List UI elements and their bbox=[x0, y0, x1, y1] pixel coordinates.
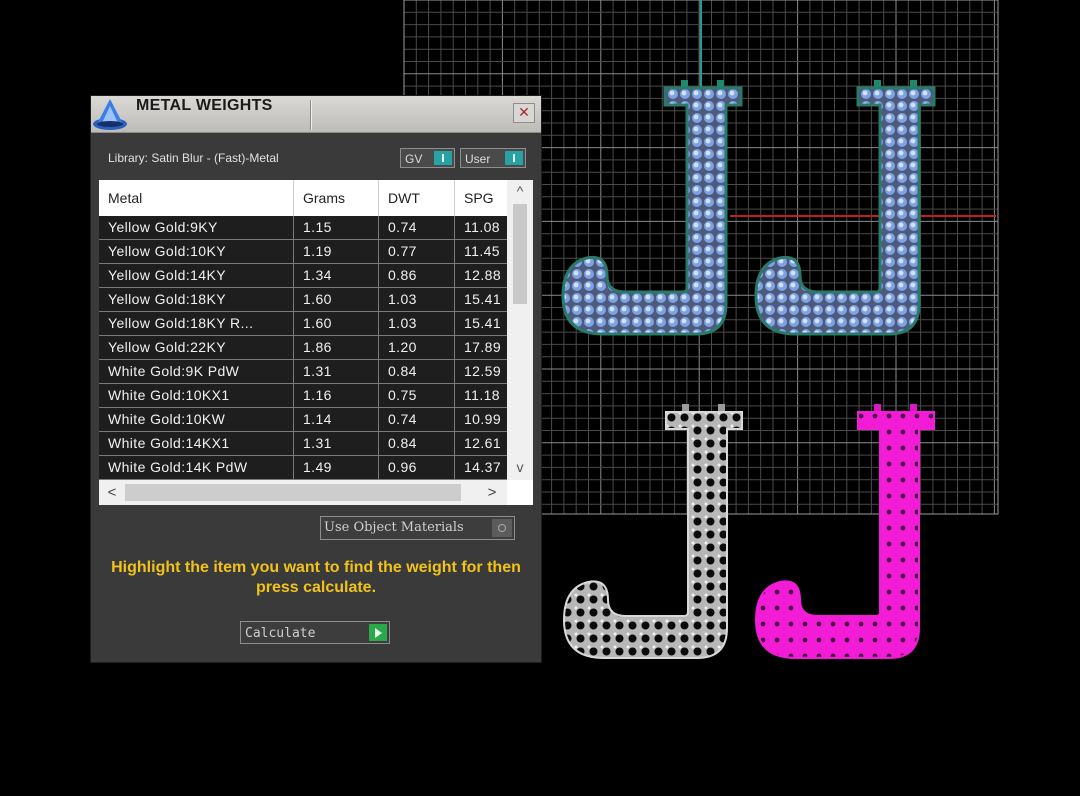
cell-spg: 11.18 bbox=[464, 387, 500, 403]
wizard-hat-icon bbox=[91, 96, 129, 132]
cell-spg: 17.89 bbox=[464, 339, 502, 355]
cell-dwt: 0.86 bbox=[379, 264, 455, 287]
table-row[interactable]: White Gold:10KW 1.14 0.74 10.99 bbox=[99, 408, 507, 432]
cell-spg: 14.37 bbox=[464, 459, 502, 475]
column-header-spg[interactable]: SPG bbox=[455, 180, 507, 216]
horizontal-scrollbar[interactable]: < > bbox=[99, 480, 507, 505]
column-header-metal[interactable]: Metal bbox=[99, 180, 294, 216]
table-row[interactable]: Yellow Gold:22KY 1.86 1.20 17.89 bbox=[99, 336, 507, 360]
cell-grams: 1.60 bbox=[294, 288, 379, 311]
cell-grams: 1.14 bbox=[294, 408, 379, 431]
table-row[interactable]: White Gold:14K PdW 1.49 0.96 14.37 bbox=[99, 456, 507, 480]
cell-grams: 1.16 bbox=[294, 384, 379, 407]
cell-spg: 12.88 bbox=[464, 267, 502, 283]
cell-grams: 1.86 bbox=[294, 336, 379, 359]
use-object-materials-label: Use Object Materials bbox=[324, 520, 464, 535]
pendant-j-pink[interactable] bbox=[755, 404, 935, 659]
metal-weights-panel: METAL WEIGHTS ✕ Library: Satin Blur - (F… bbox=[91, 96, 541, 662]
pendant-j-blue-right[interactable] bbox=[754, 80, 936, 336]
scroll-right-arrow-icon[interactable]: > bbox=[481, 480, 503, 505]
cell-spg: 12.59 bbox=[464, 363, 502, 379]
metal-table: Metal Grams DWT SPG Yellow Gold:9KY 1.15 0… bbox=[99, 180, 533, 505]
title-divider bbox=[310, 100, 311, 130]
cell-grams: 1.31 bbox=[294, 360, 379, 383]
vertical-scrollbar[interactable]: ^ v bbox=[507, 180, 533, 480]
panel-titlebar[interactable]: METAL WEIGHTS ✕ bbox=[91, 96, 541, 133]
cell-metal: Yellow Gold:10KY bbox=[99, 240, 294, 263]
cell-metal: Yellow Gold:18KY R... bbox=[99, 312, 294, 335]
cell-metal: Yellow Gold:14KY bbox=[99, 264, 294, 287]
cell-dwt: 0.84 bbox=[379, 360, 455, 383]
table-row[interactable]: Yellow Gold:18KY R... 1.60 1.03 15.41 bbox=[99, 312, 507, 336]
vertical-scroll-thumb[interactable] bbox=[513, 204, 527, 304]
scroll-down-arrow-icon[interactable]: v bbox=[507, 456, 533, 478]
user-toggle-label: User bbox=[465, 152, 491, 166]
pendant-j-silver[interactable] bbox=[563, 404, 743, 659]
toggle-switch-icon bbox=[434, 151, 452, 165]
library-label: Library: Satin Blur - (Fast)-Metal bbox=[108, 151, 279, 165]
cell-spg: 12.61 bbox=[464, 435, 502, 451]
close-button[interactable]: ✕ bbox=[513, 103, 535, 123]
cell-dwt: 0.74 bbox=[379, 216, 455, 239]
cell-dwt: 0.74 bbox=[379, 408, 455, 431]
cell-grams: 1.49 bbox=[294, 456, 379, 479]
cell-metal: White Gold:10KW bbox=[99, 408, 294, 431]
cell-metal: White Gold:14K PdW bbox=[99, 456, 294, 479]
panel-title: METAL WEIGHTS bbox=[136, 97, 273, 114]
cell-grams: 1.60 bbox=[294, 312, 379, 335]
instruction-text: Highlight the item you want to find the … bbox=[111, 559, 521, 596]
cell-spg: 15.41 bbox=[464, 291, 502, 307]
cell-spg: 10.99 bbox=[464, 411, 502, 427]
use-object-materials-toggle[interactable]: Use Object Materials bbox=[320, 516, 515, 540]
cell-dwt: 0.96 bbox=[379, 456, 455, 479]
cell-dwt: 1.03 bbox=[379, 288, 455, 311]
toggle-switch-icon bbox=[505, 151, 523, 165]
table-row[interactable]: White Gold:14KX1 1.31 0.84 12.61 bbox=[99, 432, 507, 456]
cell-metal: White Gold:10KX1 bbox=[99, 384, 294, 407]
horizontal-scroll-thumb[interactable] bbox=[125, 484, 461, 501]
table-row[interactable]: Yellow Gold:18KY 1.60 1.03 15.41 bbox=[99, 288, 507, 312]
table-body: Yellow Gold:9KY 1.15 0.74 11.08 Yellow Gold:… bbox=[99, 216, 507, 480]
gv-toggle[interactable]: GV bbox=[400, 148, 455, 168]
cell-dwt: 0.77 bbox=[379, 240, 455, 263]
table-row[interactable]: Yellow Gold:10KY 1.19 0.77 11.45 bbox=[99, 240, 507, 264]
calculate-button[interactable]: Calculate bbox=[240, 621, 390, 644]
table-row[interactable]: White Gold:9K PdW 1.31 0.84 12.59 bbox=[99, 360, 507, 384]
table-row[interactable]: Yellow Gold:9KY 1.15 0.74 11.08 bbox=[99, 216, 507, 240]
radio-icon bbox=[492, 519, 512, 537]
column-header-dwt[interactable]: DWT bbox=[379, 180, 455, 216]
cell-grams: 1.34 bbox=[294, 264, 379, 287]
cell-metal: Yellow Gold:22KY bbox=[99, 336, 294, 359]
pendant-j-blue-left[interactable] bbox=[561, 80, 743, 336]
cell-spg: 11.08 bbox=[464, 219, 500, 235]
cell-dwt: 0.75 bbox=[379, 384, 455, 407]
cell-grams: 1.31 bbox=[294, 432, 379, 455]
cell-metal: Yellow Gold:18KY bbox=[99, 288, 294, 311]
cell-spg: 15.41 bbox=[464, 315, 502, 331]
scroll-left-arrow-icon[interactable]: < bbox=[101, 480, 123, 505]
user-toggle[interactable]: User bbox=[460, 148, 526, 168]
column-header-grams[interactable]: Grams bbox=[294, 180, 379, 216]
play-arrow-icon bbox=[369, 624, 387, 641]
cell-metal: White Gold:14KX1 bbox=[99, 432, 294, 455]
table-header: Metal Grams DWT SPG bbox=[99, 180, 507, 216]
gv-toggle-label: GV bbox=[405, 152, 423, 166]
table-row[interactable]: White Gold:10KX1 1.16 0.75 11.18 bbox=[99, 384, 507, 408]
cell-grams: 1.15 bbox=[294, 216, 379, 239]
cell-dwt: 1.20 bbox=[379, 336, 455, 359]
calculate-label: Calculate bbox=[245, 626, 316, 641]
cell-spg: 11.45 bbox=[464, 243, 500, 259]
cell-dwt: 0.84 bbox=[379, 432, 455, 455]
table-row[interactable]: Yellow Gold:14KY 1.34 0.86 12.88 bbox=[99, 264, 507, 288]
cell-metal: White Gold:9K PdW bbox=[99, 360, 294, 383]
cell-dwt: 1.03 bbox=[379, 312, 455, 335]
cell-grams: 1.19 bbox=[294, 240, 379, 263]
scroll-up-arrow-icon[interactable]: ^ bbox=[507, 180, 533, 202]
cell-metal: Yellow Gold:9KY bbox=[99, 216, 294, 239]
